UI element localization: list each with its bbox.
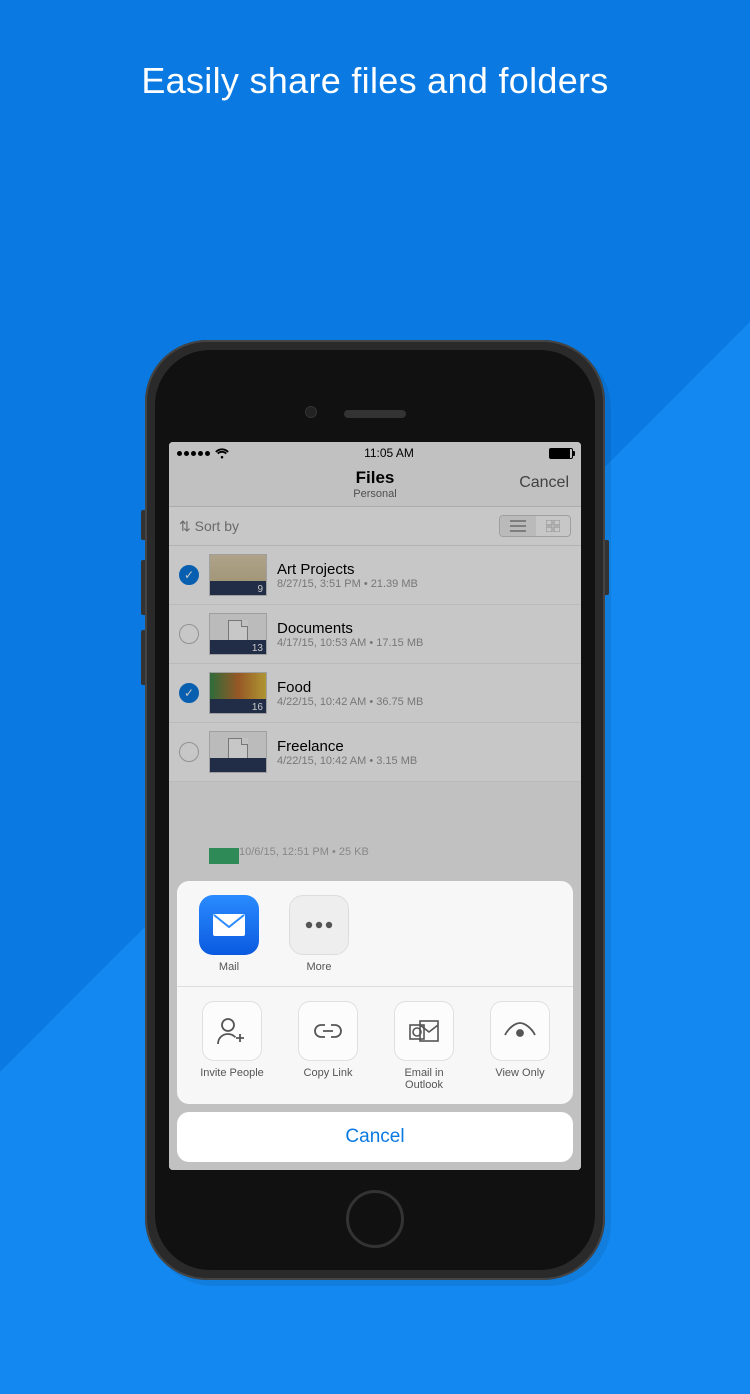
file-meta: 4/17/15, 10:53 AM • 17.15 MB [277,637,423,649]
status-time: 11:05 AM [364,446,414,460]
file-title: Freelance [277,738,417,755]
action-copy-link[interactable]: Copy Link [287,1001,369,1092]
grid-view-icon[interactable] [536,516,570,536]
selection-checkbox[interactable] [179,565,199,585]
share-app-more[interactable]: More [283,895,355,974]
list-item[interactable]: 13 Documents 4/17/15, 10:53 AM • 17.15 M… [169,605,581,664]
file-title: Food [277,679,423,696]
wifi-icon [215,448,229,459]
home-button[interactable] [346,1190,404,1248]
folder-thumbnail [209,731,267,773]
share-sheet: Mail More [177,881,573,1104]
nav-cancel-button[interactable]: Cancel [519,474,569,492]
sort-by-button[interactable]: ⇅ Sort by [179,518,239,535]
folder-thumbnail: 9 [209,554,267,596]
file-title: Art Projects [277,561,418,578]
selection-checkbox[interactable] [179,683,199,703]
share-app-mail[interactable]: Mail [193,895,265,974]
mail-icon [199,895,259,955]
outlook-icon [394,1001,454,1061]
more-icon [289,895,349,955]
folder-thumbnail: 13 [209,613,267,655]
list-item[interactable]: 16 Food 4/22/15, 10:42 AM • 36.75 MB [169,664,581,723]
nav-subtitle: Personal [179,488,571,500]
list-view-icon[interactable] [500,516,536,536]
list-item[interactable]: 9 Art Projects 8/27/15, 3:51 PM • 21.39 … [169,546,581,605]
nav-title: Files [179,468,571,488]
action-label: Copy Link [304,1067,353,1080]
selection-checkbox[interactable] [179,624,199,644]
sort-icon: ⇅ [179,518,195,534]
share-cancel-button[interactable]: Cancel [177,1112,573,1162]
signal-dots-icon [177,451,210,456]
action-label: View Only [495,1067,544,1080]
file-meta: 8/27/15, 3:51 PM • 21.39 MB [277,578,418,590]
action-label: Invite People [200,1067,264,1080]
promo-headline: Easily share files and folders [0,60,750,102]
folder-thumbnail: 16 [209,672,267,714]
copy-link-icon [298,1001,358,1061]
file-title: Documents [277,620,423,637]
share-app-label: More [306,961,331,974]
view-toggle[interactable] [499,515,571,537]
status-bar: 11:05 AM [169,442,581,464]
action-invite-people[interactable]: Invite People [191,1001,273,1092]
action-email-outlook[interactable]: Email in Outlook [383,1001,465,1092]
invite-people-icon [202,1001,262,1061]
file-meta: 4/22/15, 10:42 AM • 36.75 MB [277,696,423,708]
share-app-label: Mail [219,961,239,974]
view-only-icon [490,1001,550,1061]
action-view-only[interactable]: View Only [479,1001,561,1092]
list-item[interactable]: Freelance 4/22/15, 10:42 AM • 3.15 MB [169,723,581,782]
phone-frame: 11:05 AM Files Personal Cancel ⇅ Sort by [145,340,605,1280]
selection-checkbox[interactable] [179,742,199,762]
file-list: 9 Art Projects 8/27/15, 3:51 PM • 21.39 … [169,546,581,782]
file-meta: 10/6/15, 12:51 PM • 25 KB [179,842,571,862]
action-label: Email in Outlook [384,1067,464,1092]
file-meta: 4/22/15, 10:42 AM • 3.15 MB [277,755,417,767]
nav-bar: Files Personal Cancel [169,464,581,507]
battery-icon [549,448,573,459]
